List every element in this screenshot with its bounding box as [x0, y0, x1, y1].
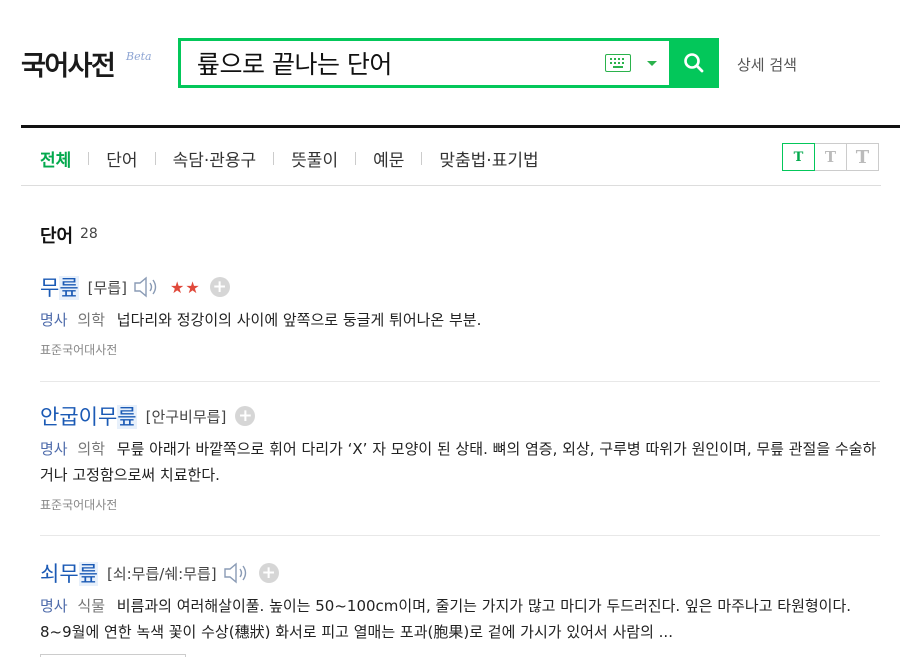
tab-divider	[273, 152, 275, 165]
tab-definitions[interactable]: 뜻풀이	[291, 146, 338, 171]
search-input[interactable]	[197, 46, 597, 80]
tab-all[interactable]: 전체	[40, 146, 71, 171]
field-label: 의학	[77, 440, 105, 458]
font-size-small-button[interactable]: T	[782, 143, 815, 171]
part-of-speech: 명사	[40, 311, 68, 329]
pronunciation: [무릅]	[87, 278, 127, 297]
part-of-speech: 명사	[40, 440, 68, 458]
tab-divider-line	[21, 185, 881, 186]
importance-stars: ★★	[169, 277, 201, 297]
pronunciation: [쇠:무릅/쉐:무릅]	[106, 564, 217, 583]
section-title: 단어	[40, 226, 74, 247]
tab-words[interactable]: 단어	[106, 146, 137, 171]
speaker-icon[interactable]	[132, 275, 160, 299]
list-item: 안굽이무릎 [안구비무릅] + 명사 의학 무릎 아래가 바깥쪽으로 휘어 다리…	[40, 400, 880, 513]
entry-word-link[interactable]: 쇠무릎	[40, 558, 98, 588]
chevron-down-icon[interactable]	[647, 61, 657, 66]
search-box	[178, 38, 719, 88]
tab-divider	[355, 152, 357, 165]
tab-examples[interactable]: 예문	[373, 146, 404, 171]
detail-search-link[interactable]: 상세 검색	[737, 54, 797, 75]
add-to-wordbook-button[interactable]: +	[258, 563, 279, 583]
header-divider	[21, 125, 900, 128]
divider	[40, 381, 880, 382]
search-button[interactable]	[669, 38, 719, 88]
list-item: 무릎 [무릅] ★★ + 명사 의학 넙다리와 정강이의 사이에 앞쪽으로 둥글…	[40, 271, 880, 358]
entry-word-link[interactable]: 안굽이무릎	[40, 401, 137, 431]
field-label: 식물	[77, 597, 105, 615]
add-to-wordbook-button[interactable]: +	[209, 277, 230, 297]
definition-text: 넙다리와 정강이의 사이에 앞쪽으로 둥글게 튀어나온 부분.	[116, 311, 482, 329]
tab-spelling[interactable]: 맞춤법·표기법	[439, 146, 538, 171]
result-count: 28	[80, 226, 98, 242]
definition: 명사 의학 무릎 아래가 바깥쪽으로 휘어 다리가 ‘X’ 자 모양이 된 상태…	[40, 436, 880, 488]
field-label: 의학	[77, 311, 105, 329]
list-item: 쇠무릎 [쇠:무릅/쉐:무릅] + 명사 식물 비름과의 여러해살이풀. 높이는…	[40, 557, 880, 645]
tab-bar: 전체 단어 속담·관용구 뜻풀이 예문 맞춤법·표기법	[40, 146, 539, 171]
keyboard-icon[interactable]	[605, 54, 631, 72]
beta-badge: Beta	[126, 50, 152, 63]
add-to-wordbook-button[interactable]: +	[235, 406, 256, 426]
definition-text: 비름과의 여러해살이풀. 높이는 50~100cm이며, 줄기는 가지가 많고 …	[40, 597, 852, 641]
entry-word-link[interactable]: 무릎	[40, 272, 79, 302]
tab-divider	[88, 152, 90, 165]
part-of-speech: 명사	[40, 597, 68, 615]
search-icon	[684, 53, 704, 73]
font-size-controls: T T T	[782, 143, 879, 171]
font-size-medium-button[interactable]: T	[814, 143, 847, 171]
tab-divider	[421, 152, 423, 165]
font-size-large-button[interactable]: T	[846, 143, 879, 171]
definition-text: 무릎 아래가 바깥쪽으로 휘어 다리가 ‘X’ 자 모양이 된 상태. 뼈의 염…	[40, 440, 877, 484]
tab-proverbs-idioms[interactable]: 속담·관용구	[173, 146, 257, 171]
source-label[interactable]: 표준국어대사전	[40, 496, 880, 513]
definition: 명사 의학 넙다리와 정강이의 사이에 앞쪽으로 둥글게 튀어나온 부분.	[40, 307, 880, 333]
source-label[interactable]: 표준국어대사전	[40, 341, 880, 358]
pronunciation: [안구비무릅]	[145, 407, 227, 426]
divider	[40, 535, 880, 536]
logo[interactable]: 국어사전	[21, 44, 116, 83]
tab-divider	[154, 152, 156, 165]
definition: 명사 식물 비름과의 여러해살이풀. 높이는 50~100cm이며, 줄기는 가…	[40, 593, 880, 645]
speaker-icon[interactable]	[222, 561, 250, 585]
